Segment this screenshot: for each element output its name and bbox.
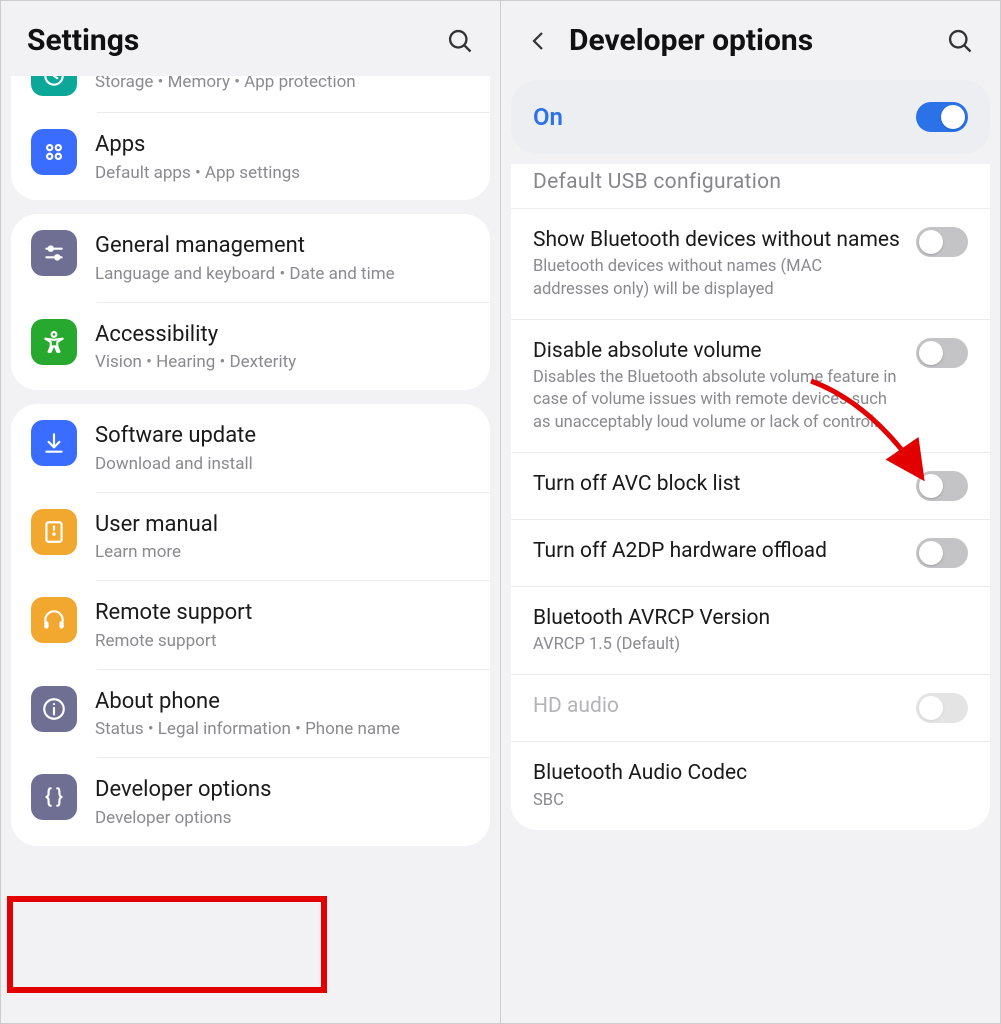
row-text: About phoneStatus • Legal information • … bbox=[95, 686, 470, 741]
options-section: Default USB configuration Show Bluetooth… bbox=[511, 164, 990, 830]
item-title: Software update bbox=[95, 422, 470, 450]
option-text: Bluetooth Audio Codec SBC bbox=[533, 760, 968, 812]
settings-item-accessibility[interactable]: AccessibilityVision • Hearing • Dexterit… bbox=[97, 302, 490, 390]
option-avrcp-version[interactable]: Bluetooth AVRCP VersionAVRCP 1.5 (Defaul… bbox=[511, 586, 990, 675]
settings-title: Settings bbox=[27, 23, 446, 58]
sliders-icon bbox=[31, 230, 77, 276]
device-care-icon bbox=[31, 76, 77, 96]
row-text: General management Language and keyboard … bbox=[95, 230, 470, 285]
settings-section: Storage • Memory • App protection Apps Def… bbox=[11, 76, 490, 200]
option-text: Turn off AVC block list bbox=[533, 471, 902, 498]
settings-item-user-manual[interactable]: User manualLearn more bbox=[97, 492, 490, 580]
option-title: Disable absolute volume bbox=[533, 338, 902, 365]
item-subtitle: Learn more bbox=[95, 541, 470, 564]
headset-icon bbox=[31, 597, 77, 643]
row-text: Storage • Memory • App protection bbox=[95, 76, 470, 94]
option-text: Bluetooth AVRCP VersionAVRCP 1.5 (Defaul… bbox=[533, 605, 968, 657]
master-toggle-row[interactable]: On bbox=[511, 80, 990, 154]
option-text: Show Bluetooth devices without namesBlue… bbox=[533, 227, 902, 301]
option-title: HD audio bbox=[533, 693, 902, 720]
master-toggle-label: On bbox=[533, 103, 916, 131]
search-button[interactable] bbox=[446, 27, 474, 55]
option-subtitle: AVRCP 1.5 (Default) bbox=[533, 634, 968, 656]
option-title: Turn off A2DP hardware offload bbox=[533, 538, 902, 565]
settings-item-software-update[interactable]: Software update Download and install bbox=[11, 404, 490, 491]
settings-header: Settings bbox=[1, 1, 500, 76]
accessibility-icon bbox=[31, 319, 77, 365]
search-button[interactable] bbox=[946, 27, 974, 55]
option-subtitle: Bluetooth devices without names (MAC add… bbox=[533, 256, 902, 301]
option-subtitle: Disables the Bluetooth absolute volume f… bbox=[533, 367, 902, 434]
back-button[interactable] bbox=[527, 29, 557, 53]
row-text: Software update Download and install bbox=[95, 420, 470, 475]
item-subtitle: Default apps • App settings bbox=[95, 162, 470, 185]
dev-options-header: Developer options bbox=[501, 1, 1000, 76]
option-bt-audio-codec[interactable]: Bluetooth Audio Codec SBC bbox=[511, 741, 990, 830]
item-subtitle: Remote support bbox=[95, 630, 470, 653]
search-icon bbox=[946, 27, 974, 55]
settings-item-device-care[interactable]: Storage • Memory • App protection bbox=[11, 76, 490, 112]
row-text: User manualLearn more bbox=[95, 509, 470, 564]
master-toggle-switch[interactable] bbox=[916, 102, 968, 132]
settings-section: General management Language and keyboard … bbox=[11, 214, 490, 390]
item-subtitle: Language and keyboard • Date and time bbox=[95, 263, 470, 286]
option-title: Show Bluetooth devices without names bbox=[533, 227, 902, 254]
option-title: Bluetooth AVRCP Version bbox=[533, 605, 968, 632]
settings-item-about-phone[interactable]: About phoneStatus • Legal information • … bbox=[97, 669, 490, 757]
item-subtitle: Status • Legal information • Phone name bbox=[95, 718, 470, 741]
option-text: Turn off A2DP hardware offload bbox=[533, 538, 902, 565]
option-switch[interactable] bbox=[916, 538, 968, 568]
developer-options-pane: Developer options On Default USB configu… bbox=[501, 1, 1000, 1023]
item-title: About phone bbox=[95, 688, 470, 716]
option-avc-block-list[interactable]: Turn off AVC block list bbox=[511, 452, 990, 519]
chevron-left-icon bbox=[527, 29, 551, 53]
apps-icon bbox=[31, 129, 77, 175]
row-text: Developer options Developer options bbox=[95, 774, 470, 829]
settings-pane: Settings Storage • Memory • App protecti… bbox=[1, 1, 501, 1023]
row-text: AccessibilityVision • Hearing • Dexterit… bbox=[95, 319, 470, 374]
settings-section: Software update Download and install User … bbox=[11, 404, 490, 845]
search-icon bbox=[446, 27, 474, 55]
option-switch bbox=[916, 693, 968, 723]
row-text: Remote support Remote support bbox=[95, 597, 470, 652]
option-title: Turn off AVC block list bbox=[533, 471, 902, 498]
option-subtitle: SBC bbox=[533, 790, 968, 812]
settings-item-remote-support[interactable]: Remote support Remote support bbox=[97, 580, 490, 668]
download-icon bbox=[31, 420, 77, 466]
item-title: Remote support bbox=[95, 599, 470, 627]
option-text: HD audio bbox=[533, 693, 902, 720]
item-title: Developer options bbox=[95, 776, 470, 804]
option-bt-no-names[interactable]: Show Bluetooth devices without namesBlue… bbox=[511, 209, 990, 319]
item-subtitle: Vision • Hearing • Dexterity bbox=[95, 351, 470, 374]
option-switch[interactable] bbox=[916, 338, 968, 368]
braces-icon bbox=[31, 774, 77, 820]
option-disable-abs-volume[interactable]: Disable absolute volumeDisables the Blue… bbox=[511, 319, 990, 452]
option-hd-audio: HD audio bbox=[511, 674, 990, 741]
item-title: User manual bbox=[95, 511, 470, 539]
item-title: Apps bbox=[95, 131, 470, 159]
manual-icon bbox=[31, 509, 77, 555]
dev-options-title: Developer options bbox=[569, 23, 946, 58]
option-title: Bluetooth Audio Codec bbox=[533, 760, 968, 787]
settings-item-developer-options[interactable]: Developer options Developer options bbox=[97, 757, 490, 845]
item-title: Accessibility bbox=[95, 321, 470, 349]
item-subtitle: Download and install bbox=[95, 453, 470, 476]
row-text: Apps Default apps • App settings bbox=[95, 129, 470, 184]
item-subtitle: Storage • Memory • App protection bbox=[95, 76, 470, 94]
settings-item-general-management[interactable]: General management Language and keyboard … bbox=[11, 214, 490, 301]
option-text: Disable absolute volumeDisables the Blue… bbox=[533, 338, 902, 434]
info-icon bbox=[31, 686, 77, 732]
option-a2dp-offload[interactable]: Turn off A2DP hardware offload bbox=[511, 519, 990, 586]
cutoff-option-title: Default USB configuration bbox=[511, 164, 990, 209]
settings-item-apps[interactable]: Apps Default apps • App settings bbox=[97, 112, 490, 200]
highlight-box bbox=[7, 896, 327, 993]
option-switch[interactable] bbox=[916, 471, 968, 501]
item-title: General management bbox=[95, 232, 470, 260]
item-subtitle: Developer options bbox=[95, 807, 470, 830]
option-switch[interactable] bbox=[916, 227, 968, 257]
